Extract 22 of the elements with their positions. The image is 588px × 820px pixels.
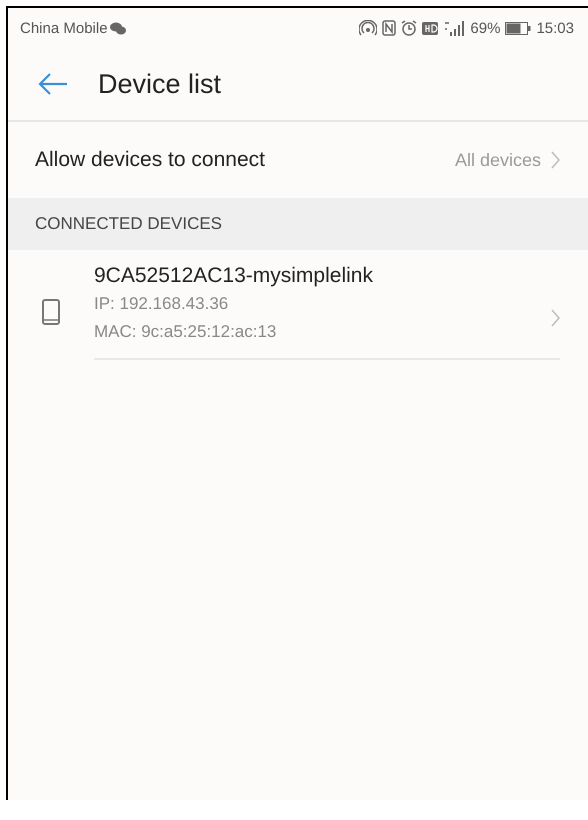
battery-percent: 69% [470, 20, 500, 36]
chevron-icon [551, 151, 560, 169]
phone-icon [42, 299, 60, 325]
hotspot-icon [359, 20, 378, 36]
nfc-icon [382, 20, 396, 36]
device-name[interactable]: 9CA52512AC13-mysimplelink [94, 264, 560, 288]
setting-value: All devices [454, 150, 541, 170]
signal-icon [443, 20, 466, 36]
page-title: Device list [98, 68, 222, 100]
carrier-name: China Mobile [20, 20, 108, 36]
device-ip: IP: 192.168.43.36 [94, 294, 230, 314]
back-arrow-icon[interactable] [38, 72, 68, 96]
battery-icon [505, 22, 532, 34]
setting-label: Allow devices to connect [35, 148, 265, 172]
chevron-icon [551, 309, 560, 327]
allow-devices-setting[interactable]: Allow devices to connect All devices [8, 122, 588, 198]
hd-icon [422, 22, 438, 34]
clock-time: 15:03 [536, 20, 574, 36]
alarm-icon [401, 20, 418, 36]
chat-icon [110, 22, 126, 34]
section-title: CONNECTED DEVICES [35, 214, 222, 234]
device-mac: MAC: 9c:a5:25:12:ac:13 [94, 322, 278, 342]
